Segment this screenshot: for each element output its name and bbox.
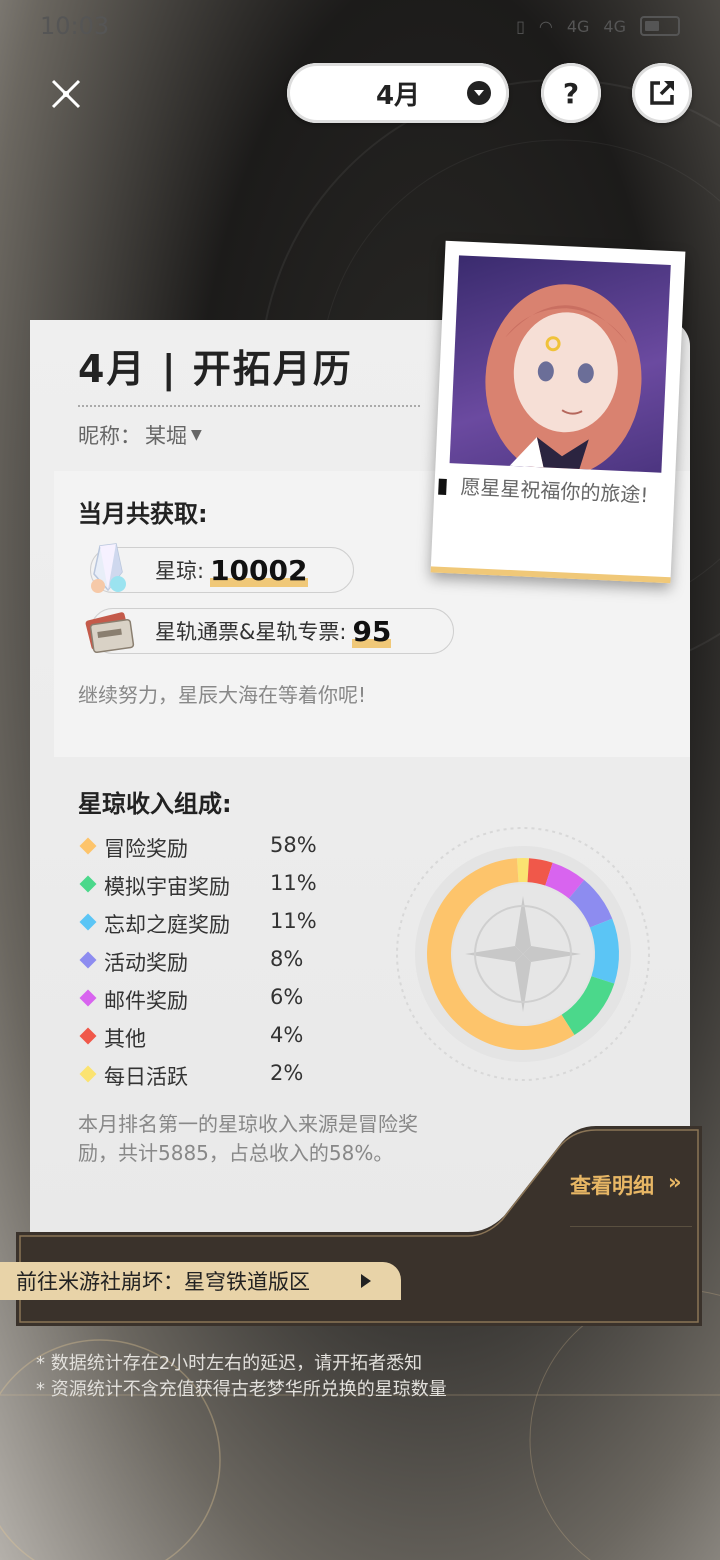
legend-item: 邮件奖励 6%	[78, 980, 338, 1018]
legend-percent: 8%	[270, 947, 304, 971]
help-icon: ?	[562, 76, 580, 110]
stellar-jade-icon	[91, 543, 126, 593]
nickname-value: 某堀	[145, 424, 187, 448]
rail-pass-pill: 星轨通票&星轨专票: 95	[90, 608, 454, 654]
stellar-jade-label: 星琼:	[155, 559, 205, 583]
character-portrait	[449, 255, 671, 473]
character-photo-card: 愿星星祝福你的旅途!	[430, 240, 686, 584]
photo-caption: 愿星星祝福你的旅途!	[459, 474, 649, 508]
legend-label: 每日活跃	[104, 1065, 188, 1089]
signal-4g-label: 4G	[566, 16, 590, 36]
legend-marker	[79, 989, 97, 1007]
legend-marker	[79, 913, 97, 931]
legend-label: 邮件奖励	[104, 989, 188, 1013]
chevron-down-icon	[467, 81, 491, 105]
title-month: 4月	[78, 347, 147, 391]
legend-percent: 58%	[270, 833, 317, 857]
legend-percent: 11%	[270, 909, 317, 933]
legend-percent: 11%	[270, 871, 317, 895]
status-bar: 10:03 ▯ ◠ 4G 4G	[40, 8, 680, 44]
forum-link-button[interactable]: 前往米游社崩坏：星穹铁道版区	[0, 1262, 401, 1300]
title-name: 开拓月历	[192, 347, 353, 391]
legend-percent: 4%	[270, 1023, 304, 1047]
footnotes: * 数据统计存在2小时左右的延迟，请开拓者悉知 * 资源统计不含充值获得古老梦华…	[36, 1351, 447, 1403]
wifi-icon: ◠	[538, 16, 553, 36]
signal-4g-label-2: 4G	[603, 16, 626, 36]
legend-label: 其他	[104, 1027, 146, 1051]
legend-item: 忘却之庭奖励 11%	[78, 904, 338, 942]
help-button[interactable]: ?	[541, 63, 601, 123]
view-details-button[interactable]: 查看明细 »	[570, 1170, 682, 1200]
close-button[interactable]	[42, 70, 90, 118]
rail-pass-icon	[85, 612, 135, 654]
stellar-jade-value: 10002	[210, 553, 308, 587]
title-divider	[78, 405, 420, 407]
composition-title: 星琼收入组成:	[78, 790, 232, 818]
caret-down-icon: ▼	[191, 427, 202, 443]
caption-marker	[438, 478, 447, 496]
details-divider	[570, 1226, 692, 1227]
rail-pass-value: 95	[352, 614, 392, 648]
month-select-value: 4月	[375, 80, 421, 111]
footnote-exclusion: * 资源统计不含充值获得古老梦华所兑换的星琼数量	[36, 1379, 447, 1400]
legend-marker	[79, 1027, 97, 1045]
play-arrow-icon	[361, 1274, 371, 1288]
gains-title: 当月共获取:	[78, 500, 208, 528]
legend-item: 每日活跃 2%	[78, 1056, 338, 1094]
month-select[interactable]: 4月	[287, 63, 509, 123]
share-button[interactable]	[632, 63, 692, 123]
legend-label: 模拟宇宙奖励	[104, 875, 230, 899]
legend-label: 忘却之庭奖励	[104, 913, 230, 937]
nickname-selector[interactable]: 昵称： 某堀 ▼	[78, 420, 202, 450]
page-title: 4月 | 开拓月历	[78, 338, 353, 393]
legend-percent: 2%	[270, 1061, 304, 1085]
forum-link-label: 前往米游社崩坏：星穹铁道版区	[16, 1270, 310, 1294]
close-icon	[51, 79, 81, 109]
legend-label: 冒险奖励	[104, 837, 188, 861]
status-time: 10:03	[40, 12, 110, 40]
title-separator: |	[161, 347, 193, 391]
footnote-delay: * 数据统计存在2小时左右的延迟，请开拓者悉知	[36, 1353, 423, 1374]
view-details-label: 查看明细	[570, 1174, 654, 1198]
legend-marker	[79, 837, 97, 855]
nickname-label: 昵称：	[78, 424, 141, 448]
double-chevron-right-icon: »	[668, 1170, 682, 1194]
income-donut-chart	[392, 823, 654, 1085]
legend-label: 活动奖励	[104, 951, 188, 975]
legend-percent: 6%	[270, 985, 304, 1009]
status-icons: ▯ ◠ 4G 4G	[516, 16, 680, 36]
donut-slice-每日活跃	[516, 858, 530, 883]
vibrate-icon: ▯	[516, 16, 525, 36]
battery-icon	[640, 16, 680, 36]
legend-item: 冒险奖励 58%	[78, 828, 338, 866]
encouragement-text: 继续努力，星辰大海在等着你呢!	[78, 683, 367, 707]
legend-marker	[79, 1065, 97, 1083]
share-icon	[650, 81, 674, 105]
legend-marker	[79, 951, 97, 969]
legend-item: 模拟宇宙奖励 11%	[78, 866, 338, 904]
legend-marker	[79, 875, 97, 893]
rail-pass-label: 星轨通票&星轨专票:	[155, 620, 347, 644]
legend-item: 活动奖励 8%	[78, 942, 338, 980]
legend-item: 其他 4%	[78, 1018, 338, 1056]
